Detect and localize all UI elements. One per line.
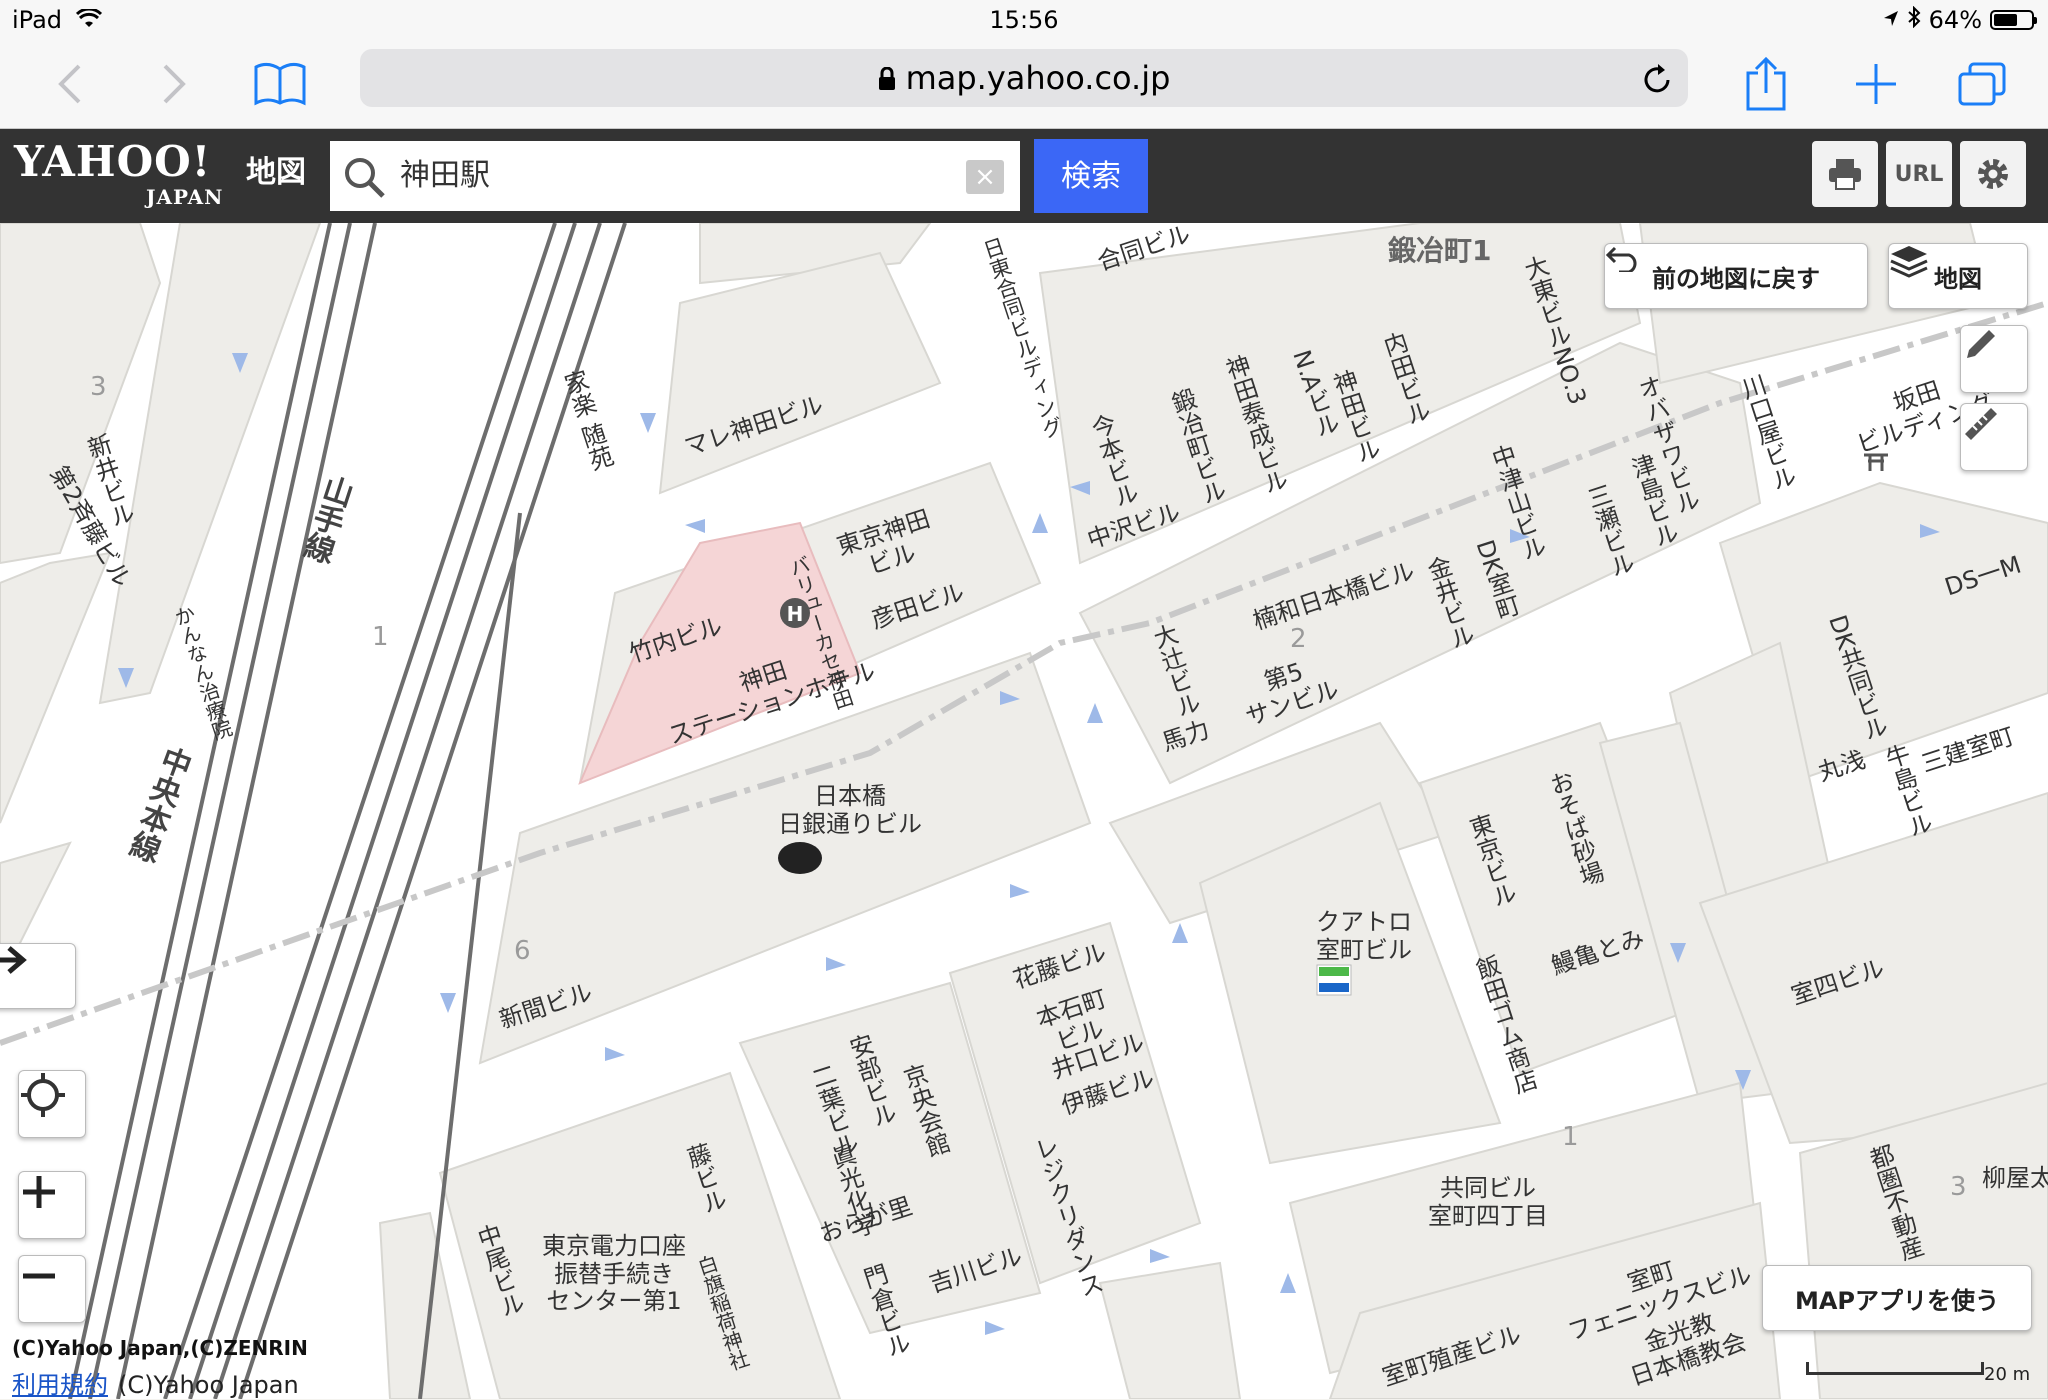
crosshair-icon bbox=[21, 1073, 65, 1117]
copyright-text-2: (C)Yahoo Japan bbox=[118, 1371, 299, 1399]
block-number: 3 bbox=[90, 372, 107, 402]
service-name: 地図 bbox=[246, 155, 306, 190]
book-icon bbox=[254, 62, 306, 106]
search-value: 神田駅 bbox=[400, 158, 490, 193]
back-to-previous-label: 前の地図に戻す bbox=[1652, 264, 1820, 293]
block-number: 1 bbox=[1562, 1122, 1579, 1152]
battery-percent: 64% bbox=[1928, 6, 1982, 34]
location-icon bbox=[1883, 6, 1899, 34]
address-bar[interactable]: map.yahoo.co.jp bbox=[360, 49, 1688, 107]
search-icon bbox=[342, 155, 386, 203]
building-label: 共同ビル 室町四丁目 bbox=[1428, 1174, 1548, 1230]
tabs-button[interactable] bbox=[1952, 54, 2012, 114]
battery-icon bbox=[1990, 10, 2037, 30]
attribution-line: 利用規約 (C)Yahoo Japan bbox=[12, 1365, 299, 1400]
url-text: map.yahoo.co.jp bbox=[905, 59, 1171, 97]
map-header: YAHOO! JAPAN 地図 神田駅 × 検索 URL bbox=[0, 129, 2048, 223]
bluetooth-icon bbox=[1907, 5, 1921, 34]
map-canvas[interactable]: H 鍛冶町1 山手線 中央本線 神田 ステーションホテル 日本橋 日銀通りビル … bbox=[0, 223, 2048, 1399]
layer-switch-button[interactable]: 地図 bbox=[1888, 243, 2028, 309]
open-map-app-button[interactable]: MAPアプリを使う bbox=[1762, 1265, 2032, 1331]
draw-button[interactable] bbox=[1960, 325, 2028, 393]
logo-sub-text: JAPAN bbox=[146, 185, 224, 209]
url-button[interactable]: URL bbox=[1886, 141, 1952, 207]
url-button-label: URL bbox=[1894, 161, 1944, 187]
pencil-icon bbox=[1967, 330, 1995, 358]
logo-text: YAHOO! bbox=[14, 137, 212, 186]
scale-label: 20 m bbox=[1984, 1364, 2031, 1385]
measure-button[interactable] bbox=[1960, 403, 2028, 471]
browser-toolbar: map.yahoo.co.jp bbox=[0, 40, 2048, 129]
expand-panel-button[interactable] bbox=[0, 943, 76, 1009]
area-label: 鍛冶町1 bbox=[1388, 234, 1492, 267]
undo-icon bbox=[1605, 246, 1637, 272]
printer-icon bbox=[1829, 159, 1861, 190]
building-label: クアトロ 室町ビル bbox=[1316, 908, 1412, 964]
chevron-left-icon bbox=[58, 64, 81, 104]
share-button[interactable] bbox=[1736, 54, 1796, 114]
back-to-previous-map-button[interactable]: 前の地図に戻す bbox=[1604, 243, 1868, 309]
plus-icon bbox=[23, 1176, 55, 1208]
building-label: 東京電力口座 振替手続き センター第1 bbox=[542, 1232, 686, 1316]
building-label: 日本橋 日銀通りビル bbox=[778, 782, 922, 838]
block-number: 6 bbox=[514, 936, 531, 966]
gear-icon bbox=[1978, 159, 2008, 189]
status-right: 64% bbox=[1883, 5, 2037, 34]
minus-icon bbox=[23, 1273, 55, 1279]
block-number: 1 bbox=[372, 622, 389, 652]
forward-button[interactable] bbox=[144, 54, 204, 114]
status-bar: iPad 15:56 64% bbox=[0, 0, 2048, 40]
status-time: 15:56 bbox=[989, 6, 1059, 34]
scale-bar bbox=[1806, 1362, 1984, 1375]
zoom-out-button[interactable] bbox=[18, 1255, 86, 1323]
back-button[interactable] bbox=[40, 54, 100, 114]
plus-icon bbox=[1856, 64, 1896, 104]
terms-link[interactable]: 利用規約 bbox=[12, 1371, 108, 1399]
new-tab-button[interactable] bbox=[1846, 54, 1906, 114]
reload-icon[interactable] bbox=[1638, 59, 1676, 97]
zoom-in-button[interactable] bbox=[18, 1171, 86, 1239]
layers-icon bbox=[1890, 246, 1928, 278]
map-app-label: MAPアプリを使う bbox=[1794, 1286, 2000, 1315]
search-button[interactable]: 検索 bbox=[1034, 139, 1148, 213]
copyright-text: (C)Yahoo Japan,(C)ZENRIN bbox=[12, 1336, 308, 1360]
current-location-button[interactable] bbox=[18, 1070, 86, 1138]
share-icon bbox=[1746, 57, 1786, 111]
block-number: 2 bbox=[1290, 624, 1307, 654]
clear-icon[interactable]: × bbox=[966, 160, 1004, 194]
bookmarks-button[interactable] bbox=[250, 54, 310, 114]
yahoo-logo[interactable]: YAHOO! JAPAN 地図 bbox=[14, 137, 306, 210]
settings-button[interactable] bbox=[1960, 141, 2026, 207]
search-input[interactable]: 神田駅 × bbox=[330, 141, 1020, 211]
tabs-icon bbox=[1958, 62, 2006, 106]
layer-button-label: 地図 bbox=[1934, 264, 1982, 293]
lock-icon bbox=[878, 51, 896, 109]
print-button[interactable] bbox=[1812, 141, 1878, 207]
block-number: 3 bbox=[1950, 1172, 1967, 1202]
building-label: 柳屋太 bbox=[1982, 1164, 2048, 1192]
ruler-icon bbox=[1965, 408, 1997, 440]
arrow-right-icon bbox=[0, 946, 27, 974]
chevron-right-icon bbox=[163, 64, 186, 104]
